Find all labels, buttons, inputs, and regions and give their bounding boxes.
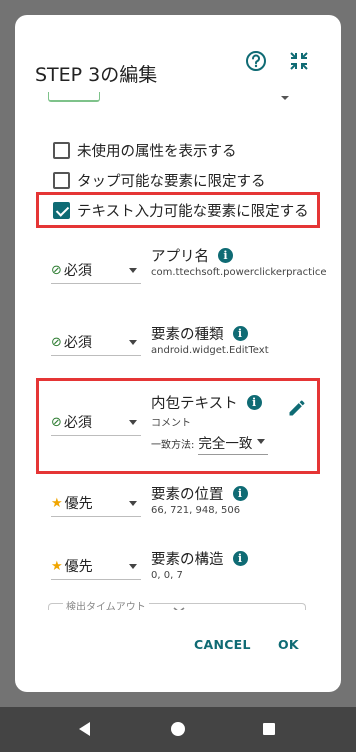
timeout-label: 検出タイムアウト [63, 598, 149, 610]
property-title-app-name: アプリ名 i [151, 245, 233, 266]
chevron-down-icon [129, 419, 137, 425]
info-icon[interactable]: i [218, 248, 233, 263]
home-icon[interactable] [171, 722, 185, 736]
condition-label: 必須 [63, 415, 92, 431]
condition-label: 必須 [63, 263, 92, 279]
info-icon[interactable]: i [246, 395, 262, 410]
chevron-down-icon [129, 500, 137, 506]
property-title-text: 内包テキスト [151, 396, 238, 412]
chevron-down-icon [129, 267, 137, 273]
checkbox-box[interactable] [53, 142, 70, 159]
condition-dropdown-structure[interactable]: ★ 優先 [51, 556, 141, 580]
cancel-button[interactable]: CANCEL [194, 637, 251, 652]
partial-input-field [48, 92, 100, 102]
checkbox-label: 未使用の属性を表示する [77, 144, 237, 160]
help-circle-icon[interactable] [242, 47, 270, 75]
condition-dropdown-position[interactable]: ★ 優先 [51, 493, 141, 517]
property-title-element-type: 要素の種類 i [151, 323, 248, 344]
checkbox-show-unused[interactable]: 未使用の属性を表示する [53, 140, 237, 161]
chevron-down-icon [129, 339, 137, 345]
chevron-down-icon [129, 563, 137, 569]
recent-apps-icon[interactable] [263, 723, 275, 735]
condition-dropdown-text[interactable]: ⊘ 必須 [51, 412, 141, 436]
star-icon: ★ [51, 558, 63, 574]
property-value-position: 66, 721, 948, 506 [151, 505, 241, 516]
double-chevron-down-icon[interactable] [171, 605, 187, 610]
checkbox-label: テキスト入力可能な要素に限定する [77, 204, 309, 220]
info-icon[interactable]: i [232, 326, 248, 341]
back-icon[interactable] [79, 722, 90, 736]
system-navigation-bar [0, 707, 356, 752]
check-circle-icon: ⊘ [51, 334, 62, 350]
info-icon[interactable]: i [232, 486, 248, 501]
partial-dropdown-arrow [281, 96, 289, 100]
collapse-icon[interactable] [285, 47, 313, 75]
edit-pencil-icon[interactable] [287, 398, 307, 418]
checkbox-text-input-only[interactable]: テキスト入力可能な要素に限定する [53, 200, 309, 221]
condition-label: 優先 [64, 496, 93, 512]
match-method-label: 一致方法: [151, 440, 195, 451]
checkbox-label: タップ可能な要素に限定する [77, 174, 266, 190]
property-value-app-name: com.ttechsoft.powerclickerpractice [151, 267, 327, 278]
condition-label: 優先 [64, 559, 93, 575]
ok-button[interactable]: OK [278, 637, 299, 652]
condition-dropdown-app-name[interactable]: ⊘ 必須 [51, 260, 141, 284]
property-value-element-type: android.widget.EditText [151, 345, 269, 356]
checkbox-box[interactable] [53, 172, 70, 189]
check-circle-icon: ⊘ [51, 414, 62, 430]
checkbox-box-checked[interactable] [53, 202, 70, 219]
info-icon[interactable]: i [232, 551, 248, 566]
property-value-text-content: コメント [151, 418, 191, 429]
condition-label: 必須 [63, 335, 92, 351]
match-method-select[interactable]: 完全一致 [198, 432, 269, 455]
condition-dropdown-element-type[interactable]: ⊘ 必須 [51, 332, 141, 356]
property-title-position: 要素の位置 i [151, 483, 248, 504]
dialog-content[interactable]: 未使用の属性を表示する タップ可能な要素に限定する テキスト入力可能な要素に限定… [15, 90, 341, 610]
property-title-text: 要素の構造 [151, 552, 224, 568]
property-value-structure: 0, 0, 7 [151, 570, 183, 581]
property-title-structure: 要素の構造 i [151, 548, 248, 569]
check-circle-icon: ⊘ [51, 262, 62, 278]
edit-step-dialog: STEP 3の編集 未使用の属性を表示する タップ可能な要素に限定する テキスト… [15, 15, 341, 692]
property-title-text: 要素の種類 [151, 327, 224, 343]
match-method-row: 一致方法: 完全一致 [151, 432, 269, 455]
dialog-title: STEP 3の編集 [35, 64, 158, 86]
property-title-text-content: 内包テキスト i [151, 392, 262, 413]
property-title-text: 要素の位置 [151, 487, 224, 503]
property-title-text: アプリ名 [151, 249, 209, 265]
star-icon: ★ [51, 495, 63, 511]
checkbox-tappable-only[interactable]: タップ可能な要素に限定する [53, 170, 266, 191]
